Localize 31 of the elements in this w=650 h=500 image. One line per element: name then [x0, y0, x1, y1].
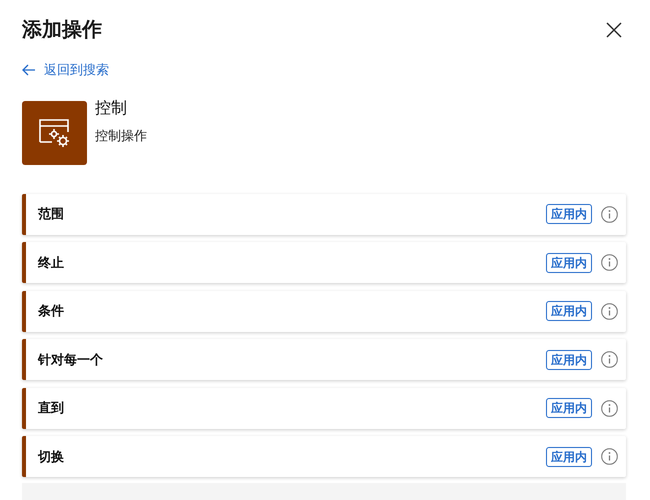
in-app-badge: 应用内	[546, 446, 592, 466]
action-label: 直到	[38, 399, 65, 418]
action-label: 切换	[38, 448, 65, 466]
info-icon[interactable]	[601, 206, 618, 222]
in-app-badge: 应用内	[546, 398, 592, 418]
control-icon	[22, 100, 87, 164]
back-link[interactable]: 返回到搜索	[22, 60, 109, 80]
info-icon[interactable]	[601, 351, 618, 368]
in-app-badge: 应用内	[546, 204, 592, 224]
in-app-badge: 应用内	[546, 252, 592, 272]
action-row[interactable]: 范围 应用内	[22, 194, 626, 234]
in-app-badge: 应用内	[546, 301, 592, 321]
arrow-left-icon	[22, 64, 36, 76]
info-icon[interactable]	[601, 302, 618, 320]
action-row[interactable]: 切换 应用内	[22, 436, 626, 477]
action-label: 针对每一个	[38, 350, 104, 369]
panel-title: 添加操作	[22, 18, 102, 43]
info-icon[interactable]	[601, 254, 618, 271]
action-row[interactable]: 针对每一个 应用内	[22, 339, 626, 380]
in-app-badge: 应用内	[546, 350, 592, 370]
connector-name: 控制	[95, 98, 128, 118]
info-icon[interactable]	[601, 448, 618, 465]
action-row[interactable]: 直到 应用内	[22, 388, 626, 428]
action-label: 终止	[38, 254, 65, 272]
connector-description: 控制操作	[95, 126, 147, 144]
action-row[interactable]: 终止 应用内	[22, 242, 626, 283]
info-icon[interactable]	[601, 400, 618, 416]
close-icon[interactable]	[604, 20, 624, 40]
action-row[interactable]: 条件 应用内	[22, 290, 626, 332]
action-label: 范围	[38, 205, 65, 224]
action-label: 条件	[38, 302, 65, 320]
